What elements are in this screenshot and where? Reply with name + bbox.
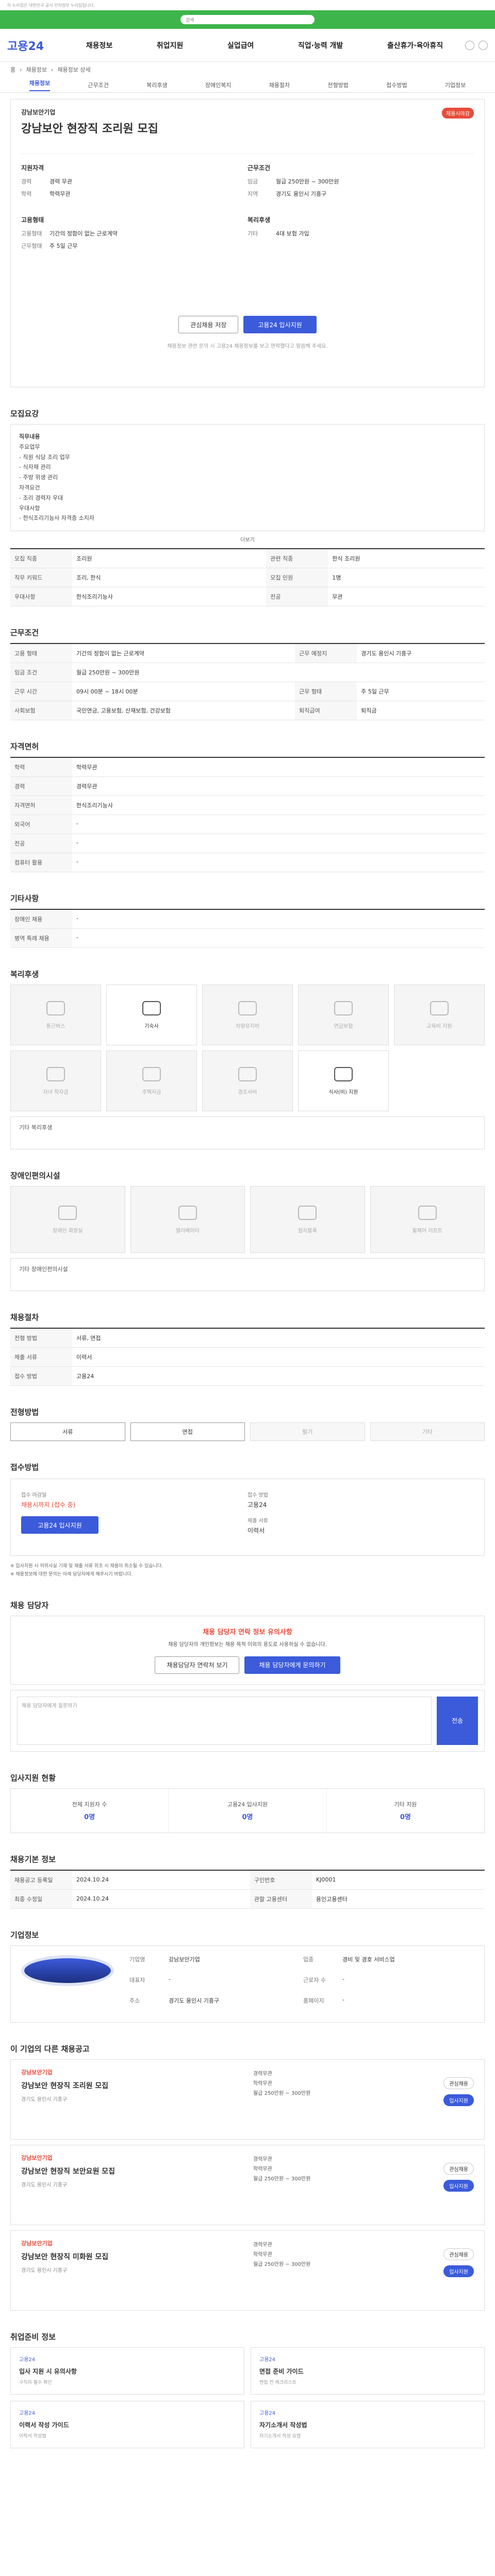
bus-icon [46, 1001, 65, 1015]
braille-icon [298, 1205, 317, 1220]
car-icon [238, 1001, 257, 1015]
nav-item[interactable]: 채용정보 [86, 40, 113, 50]
inquiry-note: 채용정보 관련 문의 시 고용24 채용정보를 보고 연락했다고 말씀해 주세요… [167, 344, 328, 349]
menu-icon[interactable] [478, 40, 488, 50]
question-textarea[interactable]: 채용 담당자에게 질문하기 [17, 1696, 432, 1745]
welfare-card: 통근버스 [10, 985, 101, 1046]
tips-section: 취업준비 정보 고용24 입사 지원 시 유의사항 구직자 필수 확인 고용24 면접… [10, 2331, 485, 2448]
method-type: 필기 [250, 1422, 365, 1442]
welfare-card: 경조사비 [202, 1050, 293, 1112]
save-job-button[interactable]: 관심채용 [443, 2077, 474, 2089]
nav-item[interactable]: 취업지원 [157, 40, 184, 50]
apply-button[interactable]: 입사지원 [443, 2179, 474, 2192]
save-job-button[interactable]: 관심채용 [443, 2162, 474, 2175]
welfare-section: 복리후생 통근버스 기숙사 차량유지비 연금보험 교육비 지원 자녀 학자금 주… [10, 969, 485, 1150]
search-bar-strip: 검색 [0, 10, 495, 29]
recruit-table: 모집 직종 조리원 관련 직종 한식 조리원 직무 키워드 조리, 한식 모집 인원 1명 … [10, 548, 485, 607]
welfare-card: 교육비 지원 [394, 985, 485, 1046]
bed-icon [142, 1001, 161, 1015]
nav-item[interactable]: 직업·능력 개발 [298, 40, 343, 50]
welfare-card: 자녀 학자금 [10, 1050, 101, 1112]
apply-button[interactable]: 입사지원 [443, 2094, 474, 2106]
welfare-etc: 기타 복리후생 [10, 1116, 485, 1150]
other-jobs-section: 이 기업의 다른 채용공고 강남보안기업 강남보안 현장직 조리원 모집 경기도… [10, 2043, 485, 2311]
disability-section: 장애인편의시설 장애인 화장실 엘리베이터 점자블록 휠체어 리프트 기타 장애… [10, 1170, 485, 1292]
tip-card[interactable]: 고용24 이력서 작성 가이드 이력서 작성법 [10, 2400, 244, 2448]
welfare-card: 차량유지비 [202, 985, 293, 1046]
elevator-icon [178, 1205, 197, 1220]
method-type: 면접 [130, 1422, 245, 1442]
conditions-section: 근무조건 고용 형태 기간의 정함이 없는 근로계약 근무 예정지 경기도 용인시 기… [10, 627, 485, 721]
company-section: 기업정보 기업명 강남보안기업 업종 경비 및 경호 서비스업 대표자 - 근로자 수- … [10, 1929, 485, 2023]
pension-icon [334, 1001, 353, 1015]
contact-section: 채용 담당자 채용 담당자 연락 정보 유의사항 채용 담당자의 개인정보는 채… [10, 1600, 485, 1752]
breadcrumb: 홈 › 채용정보 › 채용정보 상세 [10, 66, 91, 74]
ask-recruiter-button[interactable]: 채용 담당자에게 문의하기 [244, 1656, 340, 1674]
recruit-section: 모집요강 직무내용 주요업무 - 직원 식당 조리 업무 - 식자재 관리 - … [10, 408, 485, 607]
welfare-card: 식사(비) 지원 [298, 1050, 389, 1112]
graduation-icon [46, 1066, 65, 1081]
wheelchair-icon [418, 1205, 437, 1220]
method-type: 기타 [370, 1422, 485, 1442]
gov-banner: 이 누리집은 대한민국 공식 전자정부 누리집입니다. [7, 3, 95, 8]
tab-applyhow[interactable]: 접수방법 [386, 81, 407, 89]
tip-card[interactable]: 고용24 자기소개서 작성법 자기소개서 작성 요령 [251, 2400, 485, 2448]
send-button[interactable]: 전송 [437, 1696, 478, 1745]
restroom-icon [58, 1205, 77, 1220]
tab-welfare[interactable]: 복리후생 [146, 81, 167, 89]
site-logo[interactable]: 고용24 [7, 37, 64, 54]
company-name[interactable]: 강남보안기업 [21, 108, 474, 116]
tab-disability[interactable]: 장애인복지 [205, 81, 232, 89]
job-description: 직무내용 주요업무 - 직원 식당 조리 업무 - 식자재 관리 - 주방 위생… [10, 424, 485, 532]
apply-button[interactable]: 입사지원 [443, 2265, 474, 2277]
main-nav: 채용정보 취업지원 실업급여 직업·능력 개발 출산휴가·육아휴직 [64, 40, 465, 50]
more-button[interactable]: 더보기 [10, 535, 485, 543]
house-icon [142, 1066, 161, 1081]
apply-button-2[interactable]: 고용24 입사지원 [21, 1516, 98, 1534]
meal-icon [334, 1066, 353, 1081]
search-input[interactable]: 검색 [180, 15, 315, 24]
book-icon [430, 1001, 449, 1015]
company-logo [21, 1955, 114, 1986]
tab-recruit[interactable]: 채용정보 [29, 79, 51, 91]
tab-company[interactable]: 기업정보 [445, 81, 466, 89]
tab-conditions[interactable]: 근무조건 [88, 81, 108, 89]
job-card[interactable]: 강남보안기업 강남보안 현장직 미화원 모집 경기도 용인시 기흥구 경력무관 학… [10, 2230, 485, 2311]
apply-button[interactable]: 고용24 입사지원 [243, 316, 317, 333]
info-section: 채용기본 정보 채용공고 등록일 2024.10.24 구인번호 KJ0001 최종 … [10, 1854, 485, 1909]
process-section: 채용절차 전형 방법 서류, 면접 제출 서류 이력서 접수 방법 고용24 [10, 1312, 485, 1386]
welfare-card: 연금보험 [298, 985, 389, 1046]
save-job-button[interactable]: 관심채용 [443, 2248, 474, 2260]
applicants-section: 입사지원 현황 전체 지원자 수 0명 고용24 입사지원 0명 기타 지원 0명 [10, 1772, 485, 1833]
tab-process[interactable]: 채용절차 [269, 81, 290, 89]
job-card[interactable]: 강남보안기업 강남보안 현장직 보안요원 모집 경기도 용인시 기흥구 경력무관… [10, 2144, 485, 2225]
welfare-card: 기숙사 [106, 985, 197, 1046]
etc-section: 기타사항 장애인 채용 - 병역 특례 채용 - [10, 893, 485, 948]
method-type: 서류 [10, 1422, 125, 1442]
user-icon[interactable] [465, 40, 474, 50]
tab-method[interactable]: 전형방법 [327, 81, 348, 89]
section-tabs: 채용정보 근무조건 복리후생 장애인복지 채용절차 전형방법 접수방법 기업정보 [0, 77, 495, 93]
job-card[interactable]: 강남보안기업 강남보안 현장직 조리원 모집 경기도 용인시 기흥구 경력무관 학… [10, 2059, 485, 2140]
gift-icon [238, 1066, 257, 1081]
posting-summary: 강남보안기업 강남보안 현장직 조리원 모집 채용시마감 지원자격 경력 경력 무… [10, 99, 485, 387]
show-contact-button[interactable]: 채용담당자 연락처 보기 [155, 1656, 240, 1674]
status-badge: 채용시마감 [442, 108, 474, 118]
applyhow-section: 접수방법 접수 마감일 채용시까지 (접수 중) 고용24 입사지원 접수 방법… [10, 1462, 485, 1579]
save-job-button[interactable]: 관심채용 저장 [178, 316, 239, 333]
nav-item[interactable]: 출산휴가·육아휴직 [387, 40, 443, 50]
qualification-section: 자격면허 학력 학력무관 경력 경력무관 자격면허 한식조리기능사 외국어 - 전공 - … [10, 741, 485, 873]
tip-card[interactable]: 고용24 면접 준비 가이드 면접 전 체크리스트 [251, 2347, 485, 2395]
header: 고용24 채용정보 취업지원 실업급여 직업·능력 개발 출산휴가·육아휴직 [0, 29, 495, 62]
nav-item[interactable]: 실업급여 [227, 40, 254, 50]
page-title: 강남보안 현장직 조리원 모집 [21, 123, 158, 135]
method-section: 전형방법 서류 면접 필기 기타 [10, 1406, 485, 1442]
tip-card[interactable]: 고용24 입사 지원 시 유의사항 구직자 필수 확인 [10, 2347, 244, 2395]
welfare-card: 주택자금 [106, 1050, 197, 1112]
